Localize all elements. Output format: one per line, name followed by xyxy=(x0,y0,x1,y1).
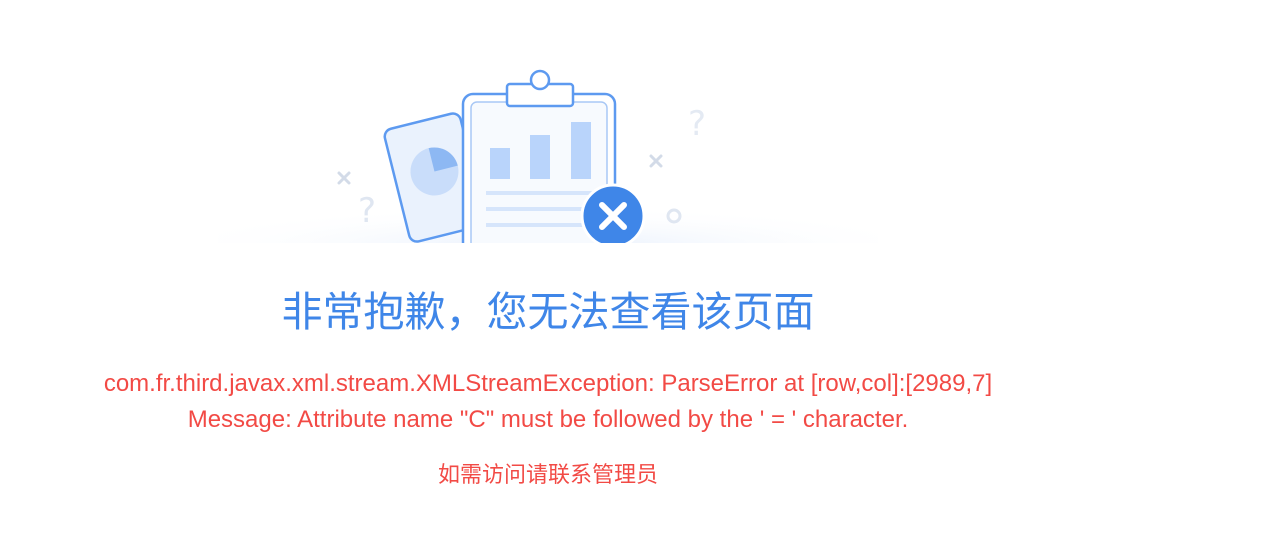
decor-question-left: ? xyxy=(358,191,376,231)
error-page: ? ? 非常抱歉，您无法查看该页面 com.fr.third.javax.xml… xyxy=(0,0,1272,535)
close-icon xyxy=(580,183,646,245)
decor-question-right: ? xyxy=(688,104,706,144)
error-exception-line: com.fr.third.javax.xml.stream.XMLStreamE… xyxy=(103,370,993,397)
decor-x-right xyxy=(649,154,663,168)
contact-admin-text: 如需访问请联系管理员 xyxy=(437,463,658,488)
clipboard-chart-error-illustration: ? ? xyxy=(218,69,878,245)
error-detail-line: Message: Attribute name "C" must be foll… xyxy=(187,406,909,433)
error-message: com.fr.third.javax.xml.stream.XMLStreamE… xyxy=(0,366,1096,438)
page-title: 非常抱歉，您无法查看该页面 xyxy=(281,288,815,336)
